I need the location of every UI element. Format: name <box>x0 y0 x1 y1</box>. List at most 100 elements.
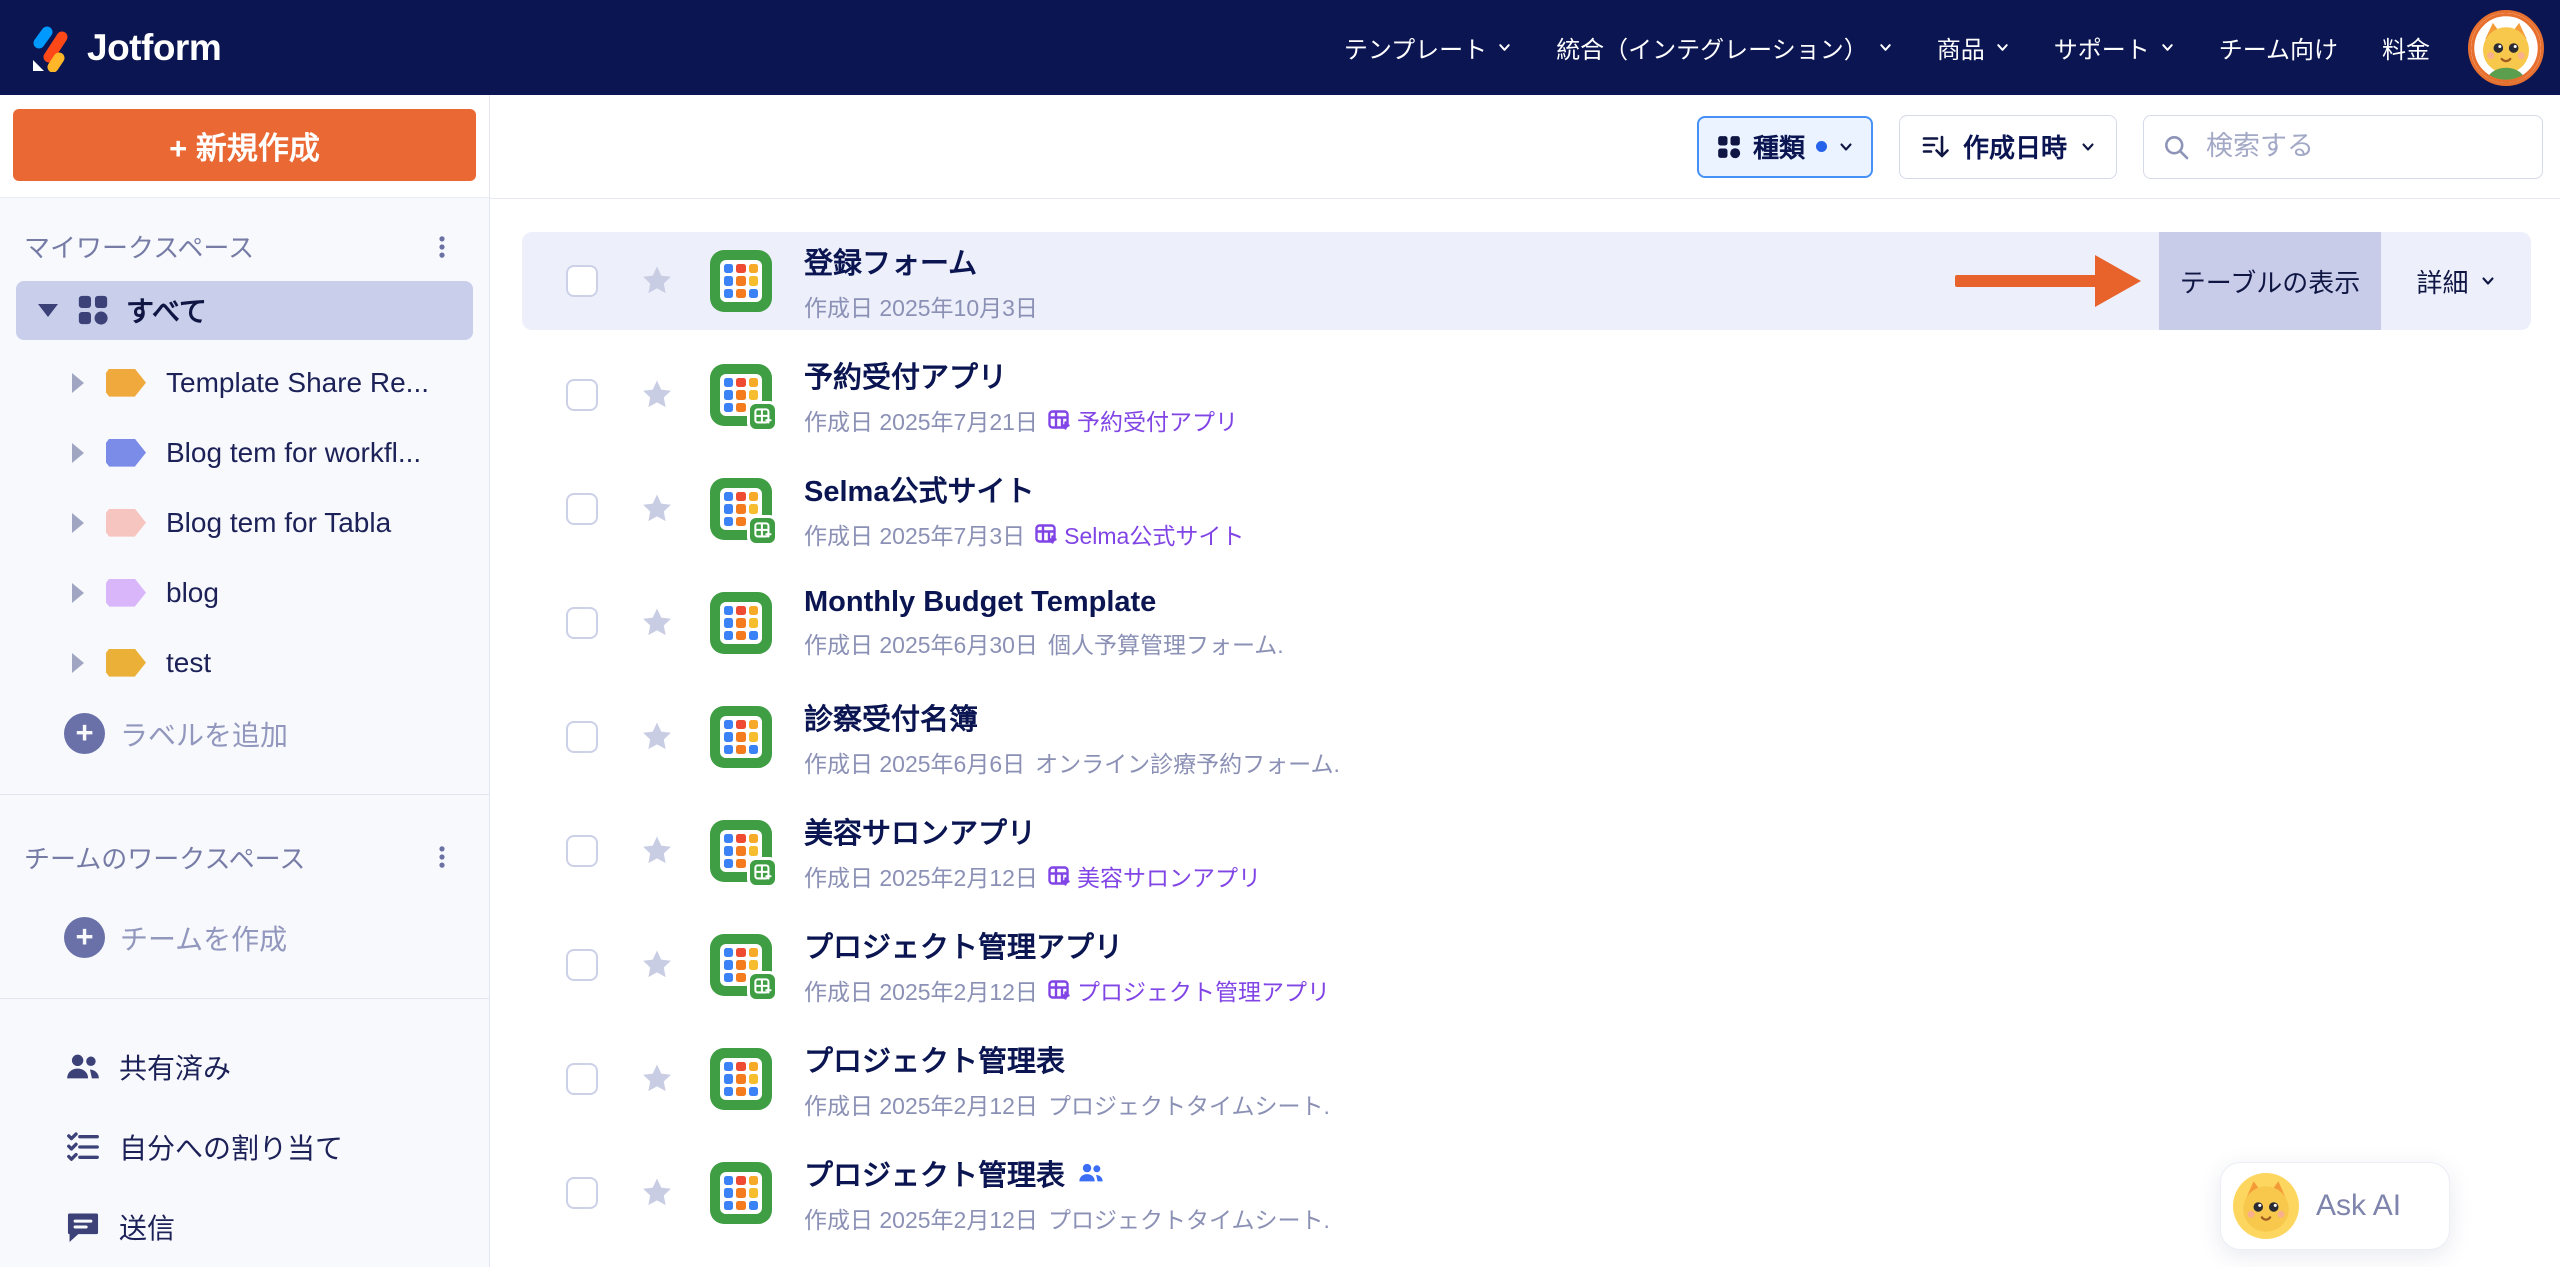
row-checkbox[interactable] <box>566 607 598 639</box>
sidebar-folder-item[interactable]: test <box>0 628 489 698</box>
sort-button[interactable]: 作成日時 <box>1899 115 2117 179</box>
sidebar-item-2[interactable]: 送信 <box>0 1187 489 1267</box>
star-icon[interactable] <box>640 948 674 982</box>
row-checkbox[interactable] <box>566 1177 598 1209</box>
form-list-row-0[interactable]: 登録フォーム 作成日 2025年10月3日 テーブルの表示 詳細 <box>522 232 2531 330</box>
caret-right-icon[interactable] <box>72 443 84 463</box>
people-icon <box>64 1048 102 1086</box>
form-list-row-6[interactable]: プロジェクト管理アプリ 作成日 2025年2月12日 プロジェクト管理アプリ <box>522 916 2531 1014</box>
caret-right-icon[interactable] <box>72 373 84 393</box>
jotform-brand[interactable]: Jotform <box>26 24 221 72</box>
navbar-item-5[interactable]: 料金 <box>2360 30 2452 65</box>
type-filter-button[interactable]: 種類 <box>1697 116 1873 178</box>
star-icon[interactable] <box>640 264 674 298</box>
sidebar-top: + 新規作成 <box>0 95 489 198</box>
navbar-item-1[interactable]: 統合（インテグレーション） <box>1534 30 1915 65</box>
navbar-item-4[interactable]: チーム向け <box>2197 30 2360 65</box>
add-label-button[interactable]: + ラベルを追加 <box>0 702 489 766</box>
search-input[interactable] <box>2204 130 2524 163</box>
folder-icon <box>106 649 146 677</box>
kebab-menu-icon[interactable] <box>429 844 455 870</box>
star-icon[interactable] <box>640 720 674 754</box>
form-title[interactable]: プロジェクト管理アプリ <box>804 924 1123 966</box>
folder-icon <box>106 509 146 537</box>
caret-right-icon[interactable] <box>72 653 84 673</box>
plus-icon: + <box>64 917 105 958</box>
star-icon[interactable] <box>640 378 674 412</box>
row-checkbox[interactable] <box>566 721 598 753</box>
sidebar-item-1[interactable]: 自分への割り当て <box>0 1107 489 1187</box>
more-button[interactable]: 詳細 <box>2381 232 2531 330</box>
user-avatar[interactable] <box>2468 10 2544 86</box>
created-date: 作成日 2025年6月6日 <box>804 745 1025 779</box>
created-date: 作成日 2025年2月12日 <box>804 1201 1038 1235</box>
ask-ai-button[interactable]: Ask AI <box>2220 1162 2450 1250</box>
sidebar-folder-item[interactable]: Template Share Re... <box>0 348 489 418</box>
sidebar-folder-item[interactable]: blog <box>0 558 489 628</box>
form-list-row-4[interactable]: 診察受付名簿 作成日 2025年6月6日 オンライン診療予約フォーム. <box>522 688 2531 786</box>
type-filter-label: 種類 <box>1753 128 1805 165</box>
table-form-icon <box>710 364 772 426</box>
sidebar-divider <box>0 998 489 999</box>
form-list-row-7[interactable]: プロジェクト管理表 作成日 2025年2月12日 プロジェクトタイムシート. <box>522 1030 2531 1128</box>
team-workspace-title: チームのワークスペース <box>24 839 305 876</box>
form-list-row-3[interactable]: Monthly Budget Template 作成日 2025年6月30日 個… <box>522 574 2531 672</box>
row-checkbox[interactable] <box>566 1063 598 1095</box>
my-workspace-header: マイワークスペース <box>0 228 489 265</box>
row-checkbox[interactable] <box>566 493 598 525</box>
star-icon[interactable] <box>640 492 674 526</box>
form-title[interactable]: プロジェクト管理表 <box>804 1038 1065 1080</box>
navbar-item-2[interactable]: 商品 <box>1915 30 2032 65</box>
create-new-button[interactable]: + 新規作成 <box>13 109 476 181</box>
sidebar-item-0[interactable]: 共有済み <box>0 1027 489 1107</box>
linked-table-link[interactable]: Selma公式サイト <box>1035 517 1244 551</box>
type-grid-icon <box>1716 134 1742 160</box>
table-link-icon <box>1048 979 1070 1001</box>
created-date: 作成日 2025年2月12日 <box>804 859 1038 893</box>
sidebar-folder-item[interactable]: Blog tem for Tabla <box>0 488 489 558</box>
shared-users-icon <box>1077 1159 1105 1187</box>
row-checkbox[interactable] <box>566 835 598 867</box>
linked-table-link[interactable]: 予約受付アプリ <box>1048 403 1238 437</box>
form-title[interactable]: Monthly Budget Template <box>804 586 1156 619</box>
caret-right-icon[interactable] <box>72 513 84 533</box>
sidebar-folder-item[interactable]: Blog tem for workfl... <box>0 418 489 488</box>
navbar-item-3[interactable]: サポート <box>2032 30 2197 65</box>
form-list-row-1[interactable]: 予約受付アプリ 作成日 2025年7月21日 予約受付アプリ <box>522 346 2531 444</box>
linked-table-link[interactable]: プロジェクト管理アプリ <box>1048 973 1330 1007</box>
folder-icon <box>106 439 146 467</box>
table-form-icon <box>710 820 772 882</box>
form-title[interactable]: 予約受付アプリ <box>804 354 1007 396</box>
jotform-logo-icon <box>26 24 74 72</box>
form-list-row-2[interactable]: Selma公式サイト 作成日 2025年7月3日 Selma公式サイト <box>522 460 2531 558</box>
form-title[interactable]: 登録フォーム <box>804 240 977 282</box>
navbar-item-0[interactable]: テンプレート <box>1322 30 1534 65</box>
form-title[interactable]: プロジェクト管理表 <box>804 1152 1065 1194</box>
star-icon[interactable] <box>640 606 674 640</box>
created-date: 作成日 2025年2月12日 <box>804 1087 1038 1121</box>
linked-table-link[interactable]: 美容サロンアプリ <box>1048 859 1261 893</box>
view-table-button[interactable]: テーブルの表示 <box>2159 232 2381 330</box>
star-icon[interactable] <box>640 1176 674 1210</box>
row-checkbox[interactable] <box>566 379 598 411</box>
star-icon[interactable] <box>640 1062 674 1096</box>
caret-down-icon[interactable] <box>38 304 58 317</box>
star-icon[interactable] <box>640 834 674 868</box>
row-checkbox[interactable] <box>566 949 598 981</box>
form-title[interactable]: 診察受付名簿 <box>804 696 978 738</box>
row-checkbox[interactable] <box>566 265 598 297</box>
create-team-button[interactable]: + チームを作成 <box>0 906 489 970</box>
search-box <box>2143 115 2543 179</box>
form-list: 登録フォーム 作成日 2025年10月3日 テーブルの表示 詳細 <box>490 199 2560 1242</box>
form-title[interactable]: Selma公式サイト <box>804 468 1034 510</box>
form-description: プロジェクトタイムシート. <box>1048 1087 1330 1121</box>
form-list-row-5[interactable]: 美容サロンアプリ 作成日 2025年2月12日 美容サロンアプリ <box>522 802 2531 900</box>
chevron-down-icon <box>1878 40 1893 55</box>
kebab-menu-icon[interactable] <box>429 234 455 260</box>
chevron-down-icon <box>1995 40 2010 55</box>
form-title[interactable]: 美容サロンアプリ <box>804 810 1036 852</box>
sidebar-item-all[interactable]: すべて <box>16 281 473 340</box>
top-navbar: Jotform テンプレート 統合（インテグレーション） 商品 サポート チーム… <box>0 0 2560 95</box>
caret-right-icon[interactable] <box>72 583 84 603</box>
sort-label: 作成日時 <box>1963 128 2067 165</box>
